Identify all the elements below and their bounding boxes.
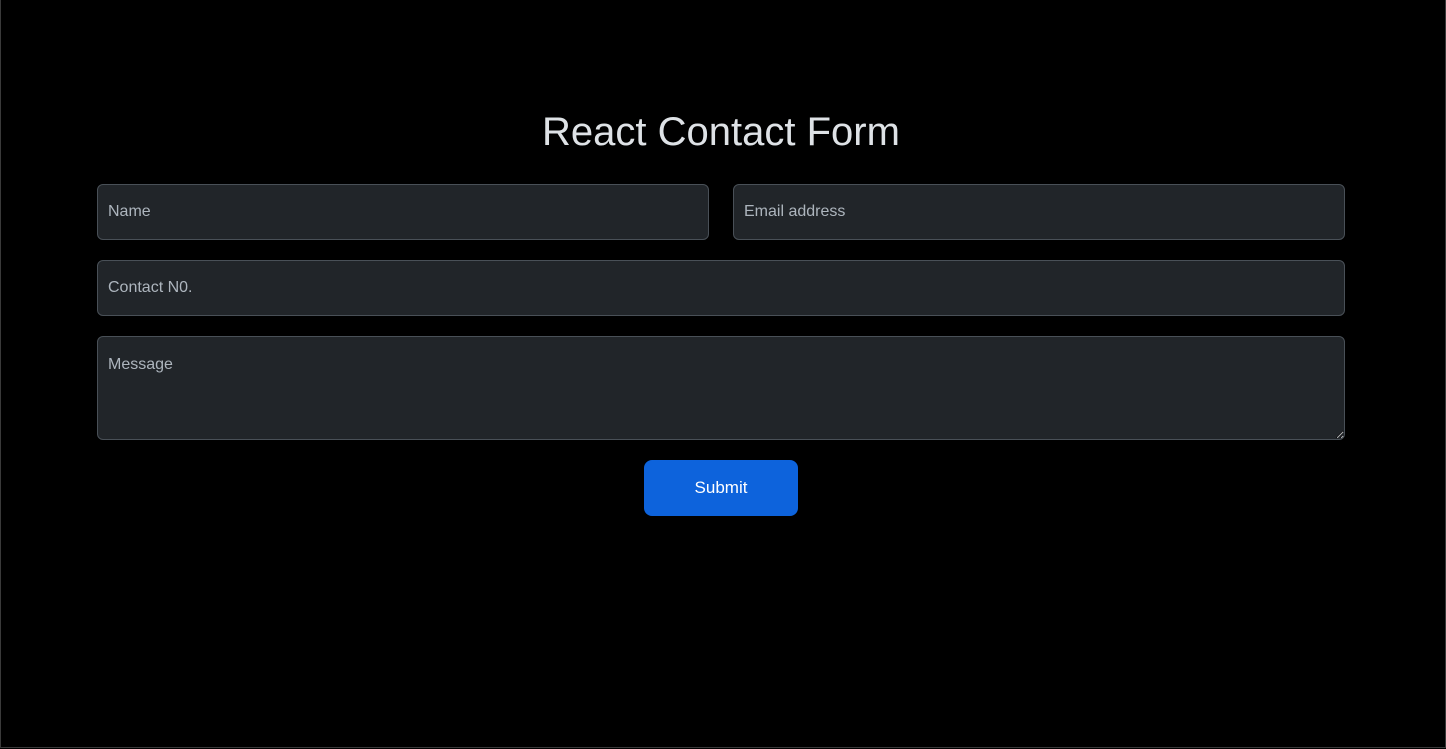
submit-button[interactable]: Submit — [644, 460, 798, 516]
name-field[interactable] — [97, 184, 709, 240]
contact-number-field[interactable] — [97, 260, 1345, 316]
email-field[interactable] — [733, 184, 1345, 240]
page-title: React Contact Form — [542, 110, 900, 154]
page-frame: React Contact Form Submit — [0, 0, 1446, 748]
message-field[interactable] — [97, 336, 1345, 440]
